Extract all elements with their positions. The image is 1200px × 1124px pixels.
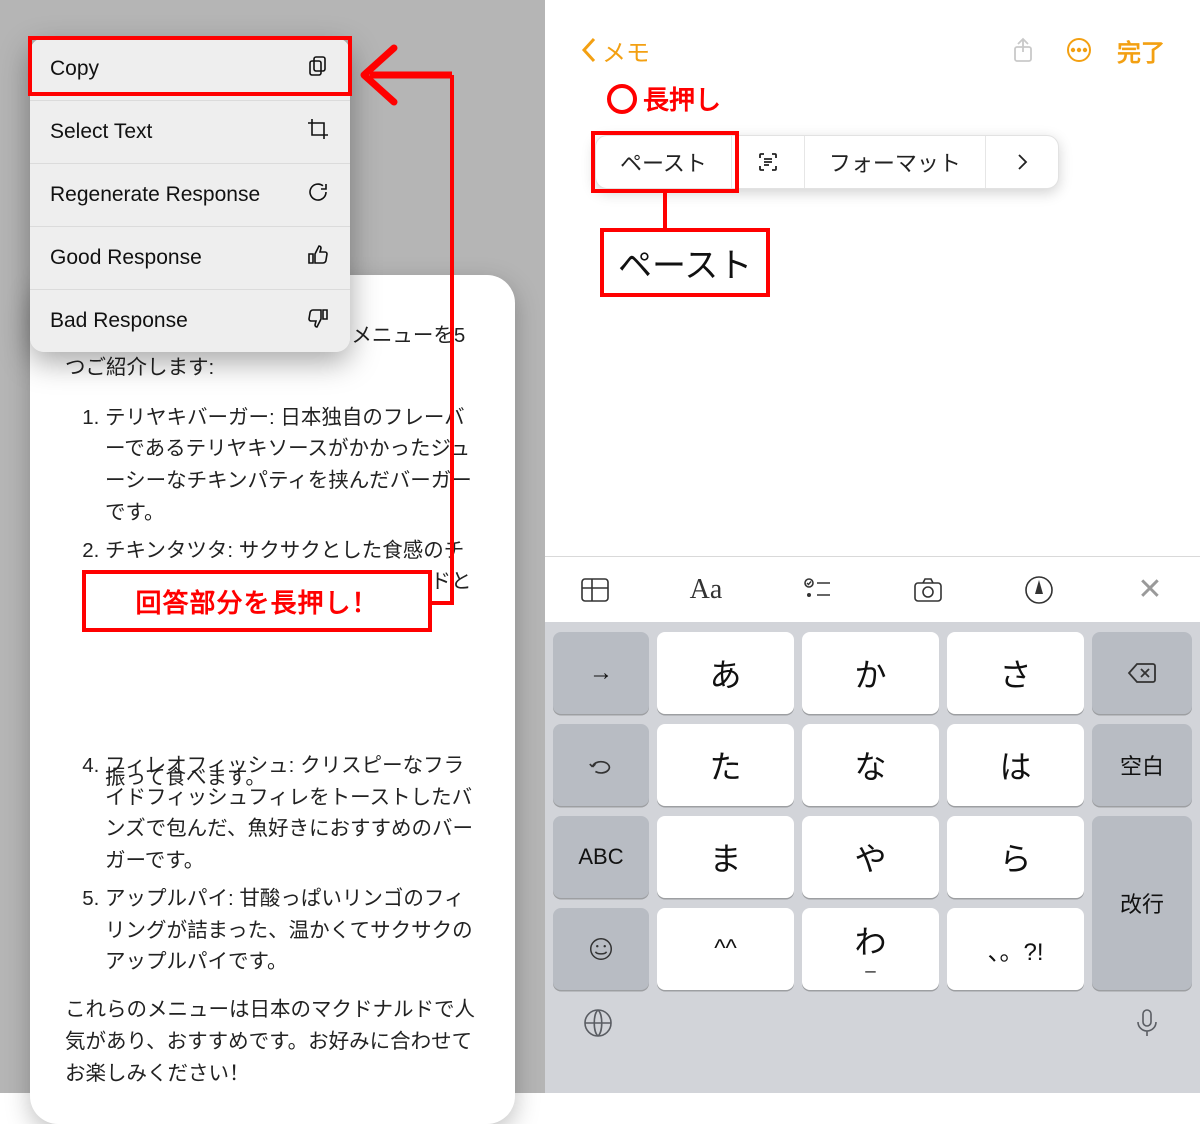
key-tab[interactable]: → — [553, 632, 649, 714]
globe-icon[interactable] — [581, 1006, 615, 1045]
key-ta[interactable]: た — [657, 724, 794, 806]
back-button[interactable]: メモ — [580, 33, 650, 68]
chat-context-menu: Copy Select Text Regenerate Response Goo… — [30, 38, 350, 352]
annotation-callout-text: 回答部分を長押し！ — [135, 583, 378, 620]
back-label: メモ — [602, 33, 650, 68]
key-caret[interactable]: ^^ — [657, 908, 794, 990]
key-ya[interactable]: や — [802, 816, 939, 898]
key-ra[interactable]: ら — [947, 816, 1084, 898]
context-more[interactable] — [986, 136, 1058, 188]
key-sa[interactable]: さ — [947, 632, 1084, 714]
menu-copy-label: Copy — [50, 57, 99, 81]
annotation-long-press: 長押し — [607, 80, 721, 117]
response-list: テリヤキバーガー: 日本独自のフレーバーであるテリヤキソースがかかったジューシー… — [65, 402, 480, 979]
context-format[interactable]: フォーマット — [805, 136, 986, 188]
annotation-connector — [663, 193, 667, 231]
thumbs-up-icon — [306, 243, 330, 273]
edit-context-bar: ペースト フォーマット — [595, 135, 1059, 189]
refresh-icon — [306, 180, 330, 210]
left-screenshot: Copy Select Text Regenerate Response Goo… — [0, 0, 545, 1093]
key-wa-sub: _ — [865, 954, 875, 972]
annotation-arrow-icon — [352, 30, 472, 110]
key-emoji[interactable] — [553, 908, 649, 990]
text-format-button[interactable]: Aa — [684, 568, 728, 612]
share-button[interactable] — [1009, 36, 1037, 64]
menu-good-label: Good Response — [50, 246, 202, 270]
keyboard-bottom-bar — [553, 990, 1192, 1050]
annotation-callout: 回答部分を長押し！ — [82, 570, 432, 632]
key-na[interactable]: な — [802, 724, 939, 806]
table-icon[interactable] — [573, 568, 617, 612]
thumbs-down-icon — [306, 306, 330, 336]
copy-icon — [306, 54, 330, 84]
annotation-paste-big: ペースト — [600, 228, 770, 297]
menu-select-text[interactable]: Select Text — [30, 101, 350, 164]
crop-icon — [306, 117, 330, 147]
right-screenshot: メモ 完了 長押し ペースト フォーマット ペースト Aa — [545, 0, 1200, 1093]
menu-bad[interactable]: Bad Response — [30, 290, 350, 352]
list-item: アップルパイ: 甘酸っぱいリンゴのフィリングが詰まった、温かくてサクサクのアップ… — [105, 883, 480, 978]
list-item: テリヤキバーガー: 日本独自のフレーバーであるテリヤキソースがかかったジューシー… — [105, 402, 480, 529]
menu-good[interactable]: Good Response — [30, 227, 350, 290]
key-punct[interactable]: 、。?! — [947, 908, 1084, 990]
notes-header: メモ 完了 — [545, 25, 1200, 75]
done-button[interactable]: 完了 — [1117, 33, 1165, 68]
key-ka[interactable]: か — [802, 632, 939, 714]
menu-regenerate[interactable]: Regenerate Response — [30, 164, 350, 227]
key-space[interactable]: 空白 — [1092, 724, 1192, 806]
menu-copy[interactable]: Copy — [30, 38, 350, 101]
markup-icon[interactable] — [1017, 568, 1061, 612]
chat-response-card[interactable]: ロイヤルラウンドでおすすめのメニューを5つご紹介します: テリヤキバーガー: 日… — [30, 275, 515, 1124]
context-paste[interactable]: ペースト — [596, 136, 732, 188]
key-wa[interactable]: わ _ — [802, 908, 939, 990]
list-item — [105, 636, 480, 744]
response-outro: これらのメニューは日本のマクドナルドで人気があり、おすすめです。お好みに合わせて… — [65, 994, 480, 1089]
checklist-icon[interactable] — [795, 568, 839, 612]
key-delete[interactable] — [1092, 632, 1192, 714]
japanese-keyboard: → あ か さ た な は 空白 ABC ま や ら — [545, 622, 1200, 1093]
camera-icon[interactable] — [906, 568, 950, 612]
mic-icon[interactable] — [1130, 1006, 1164, 1045]
key-enter[interactable]: 改行 — [1092, 816, 1192, 990]
annotation-long-press-text: 長押し — [643, 80, 721, 117]
close-keyboard-button[interactable]: ✕ — [1128, 568, 1172, 612]
key-ha[interactable]: は — [947, 724, 1084, 806]
key-abc[interactable]: ABC — [553, 816, 649, 898]
key-undo[interactable] — [553, 724, 649, 806]
annotation-circle-icon — [607, 84, 637, 114]
menu-regenerate-label: Regenerate Response — [50, 183, 260, 207]
more-button[interactable] — [1065, 36, 1093, 64]
menu-bad-label: Bad Response — [50, 309, 188, 333]
context-scan[interactable] — [732, 136, 805, 188]
menu-select-text-label: Select Text — [50, 120, 152, 144]
key-a[interactable]: あ — [657, 632, 794, 714]
keyboard-toolbar: Aa ✕ — [545, 556, 1200, 622]
key-ma[interactable]: ま — [657, 816, 794, 898]
